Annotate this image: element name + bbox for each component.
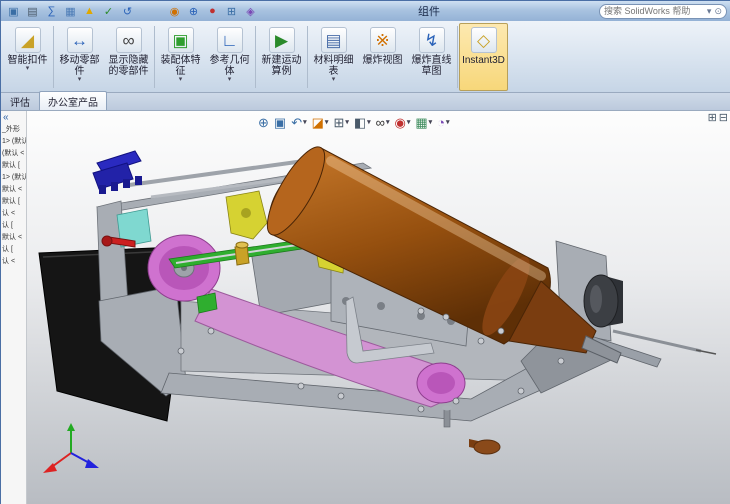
sphere-icon[interactable]: ●	[204, 3, 221, 19]
dropdown-arrow-icon: ▾	[178, 76, 183, 83]
explode-line-sketch-icon: ↯	[418, 27, 445, 53]
window-icon[interactable]: ▣	[5, 3, 22, 19]
ribbon-button-explode-line-sketch[interactable]: ↯ 爆炸直线草图	[407, 23, 456, 91]
brass-fitting-part[interactable]	[234, 241, 250, 266]
tree-item[interactable]: 认 [	[1, 220, 26, 232]
tab-evaluate[interactable]: 评估	[1, 91, 39, 110]
ribbon-button-smart-fasteners[interactable]: ◢ 智能扣件 ▾	[3, 23, 52, 91]
ribbon-button-reference-geometry[interactable]: ∟ 参考几何体 ▾	[205, 23, 254, 91]
ribbon-separator	[307, 26, 308, 88]
ribbon-separator	[255, 26, 256, 88]
check-icon[interactable]: ✓	[100, 3, 117, 19]
window-title: 组件	[418, 6, 440, 18]
warning-icon[interactable]: ▲	[81, 3, 98, 19]
search-icon[interactable]: ⊙	[714, 6, 722, 17]
tree-item[interactable]: 默认 [	[1, 196, 26, 208]
ribbon-button-assembly-features[interactable]: ▣ 装配体特征 ▾	[156, 23, 205, 91]
command-manager-ribbon: ◢ 智能扣件 ▾ ↔ 移动零部件 ▾ ∞ 显示隐藏的零部件 ▣ 装配体特征 ▾ …	[1, 21, 730, 93]
solidworks-window: ▣ ▤ ∑ ▦ ▲ ✓ ↺ ◉ ⊕ ● ⊞ ◈ 组件 ▾ ⊙ ◢ 智能扣件 ▾ …	[0, 0, 730, 504]
sum-icon[interactable]: ∑	[43, 3, 60, 19]
tree-item[interactable]: _外形	[1, 124, 26, 136]
ribbon-separator	[53, 26, 54, 88]
rotate-icon[interactable]: ↺	[119, 3, 136, 19]
grid-icon[interactable]: ⊞	[223, 3, 240, 19]
reference-geometry-icon: ∟	[216, 27, 243, 53]
dropdown-arrow-icon: ▾	[77, 76, 82, 83]
table-icon[interactable]: ▦	[62, 3, 79, 19]
add-icon[interactable]: ⊕	[185, 3, 202, 19]
ribbon-button-new-motion-study[interactable]: ▶ 新建运动算例	[257, 23, 306, 91]
command-manager-tabs: 评估 办公室产品	[1, 91, 730, 111]
brown-knob-part[interactable]	[469, 439, 501, 455]
ribbon-button-instant3d[interactable]: ◇ Instant3D	[459, 23, 508, 91]
main-area: « _外形 1> (默认 (默认 < 默认 [ 1> (默认 默认 < 默认 […	[1, 111, 730, 504]
tree-item[interactable]: 默认 <	[1, 184, 26, 196]
dropdown-arrow-icon: ▾	[331, 76, 336, 83]
help-search-input[interactable]	[604, 6, 704, 16]
tree-item[interactable]: (默认 <	[1, 148, 26, 160]
model-viewport[interactable]: ⊕ ▣ ↶ ▾ ◪ ▾ ⊞ ▾ ◧ ▾ ∞ ▾ ◉ ▾ ▦ ▾ ◔ ▾ ⊞ ⊟	[27, 111, 730, 504]
assembly-features-icon: ▣	[167, 27, 194, 53]
tree-item[interactable]: 认 <	[1, 208, 26, 220]
ribbon-button-exploded-view[interactable]: ※ 爆炸视图	[358, 23, 407, 91]
gem-icon[interactable]: ◈	[242, 3, 259, 19]
tree-item[interactable]: 默认 <	[1, 232, 26, 244]
tree-item[interactable]: 认 <	[1, 256, 26, 268]
blue-bracket-part[interactable]	[92, 150, 142, 194]
move-component-icon: ↔	[66, 27, 93, 53]
target-icon[interactable]: ◉	[166, 3, 183, 19]
tree-item[interactable]: 1> (默认	[1, 172, 26, 184]
exploded-view-icon: ※	[369, 27, 396, 53]
bill-of-materials-icon: ▤	[320, 27, 347, 53]
ribbon-separator	[457, 26, 458, 88]
instant3d-icon: ◇	[470, 27, 497, 53]
tab-office-products[interactable]: 办公室产品	[39, 91, 107, 110]
search-dropdown-icon[interactable]: ▾	[707, 6, 712, 17]
ribbon-button-bill-of-materials[interactable]: ▤ 材料明细表 ▾	[309, 23, 358, 91]
show-hidden-components-icon: ∞	[115, 27, 142, 53]
ribbon-separator	[154, 26, 155, 88]
tree-item[interactable]: 1> (默认	[1, 136, 26, 148]
feature-manager-tree: « _外形 1> (默认 (默认 < 默认 [ 1> (默认 默认 < 默认 […	[1, 111, 27, 504]
assembly-model[interactable]	[27, 111, 730, 504]
smart-fasteners-icon: ◢	[14, 27, 41, 53]
green-block-part[interactable]	[196, 292, 218, 314]
tree-item[interactable]: 默认 [	[1, 160, 26, 172]
collapse-tree-icon[interactable]: «	[1, 111, 26, 124]
dropdown-arrow-icon: ▾	[25, 65, 30, 72]
orientation-triad	[43, 423, 99, 473]
ribbon-button-move-component[interactable]: ↔ 移动零部件 ▾	[55, 23, 104, 91]
new-motion-study-icon: ▶	[268, 27, 295, 53]
ribbon-button-show-hidden-components[interactable]: ∞ 显示隐藏的零部件	[104, 23, 153, 91]
help-search-box: ▾ ⊙	[599, 3, 727, 19]
dropdown-arrow-icon: ▾	[227, 76, 232, 83]
print-icon[interactable]: ▤	[24, 3, 41, 19]
tree-item[interactable]: 认 [	[1, 244, 26, 256]
titlebar: ▣ ▤ ∑ ▦ ▲ ✓ ↺ ◉ ⊕ ● ⊞ ◈ 组件 ▾ ⊙	[1, 1, 730, 21]
